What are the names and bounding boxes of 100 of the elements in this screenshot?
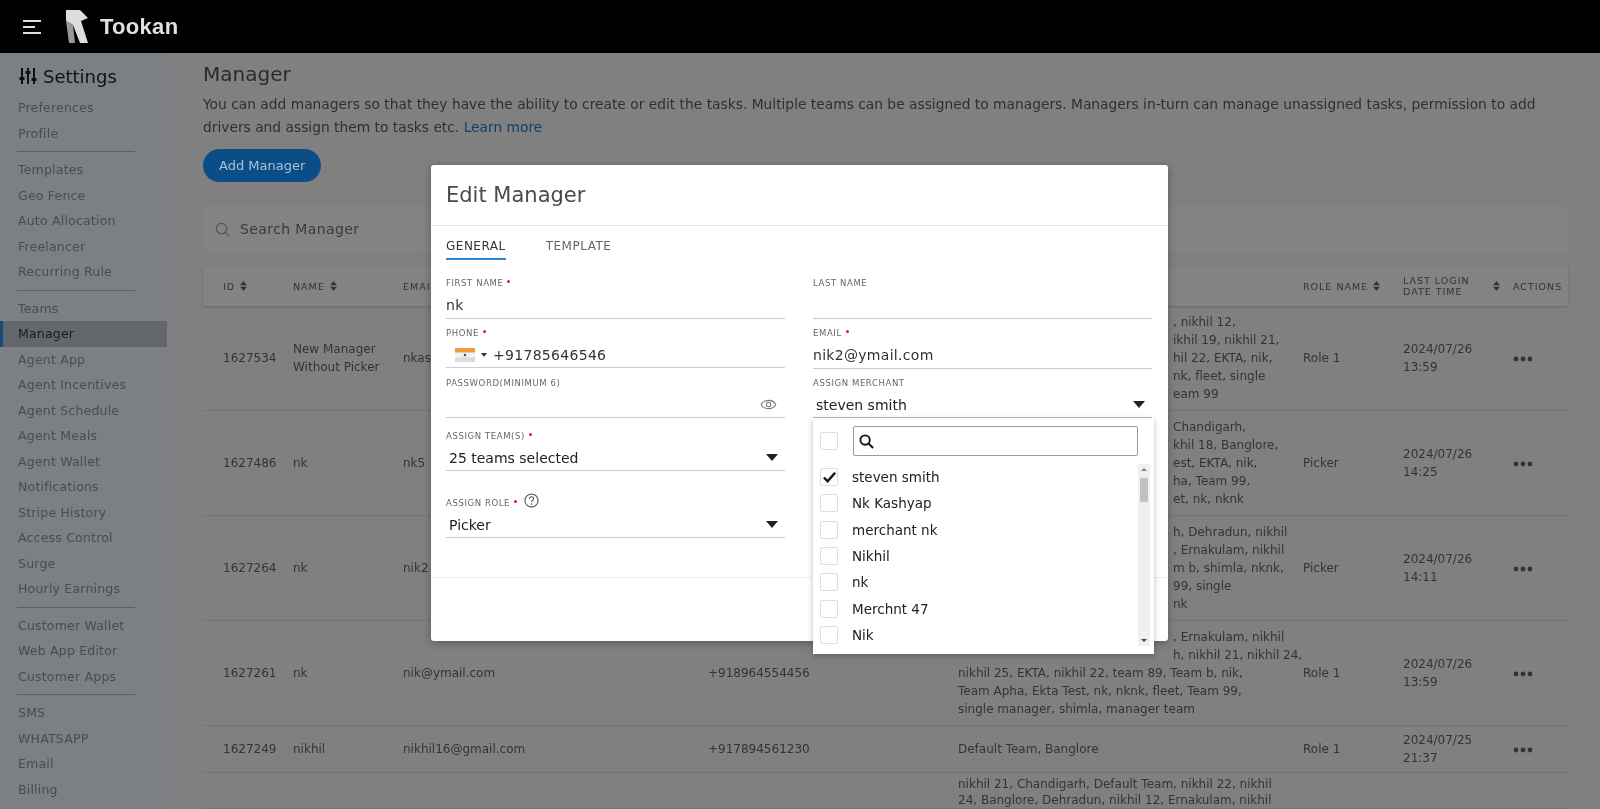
flag-icon[interactable]	[455, 347, 475, 362]
table-cell: , Ernakulam, nikhil	[1173, 543, 1285, 557]
required-icon	[514, 499, 518, 503]
learn-more-link[interactable]: Learn more	[463, 119, 543, 135]
table-cell: Chandigarh,	[1173, 420, 1246, 434]
table-cell: +918964554456	[708, 666, 810, 680]
sort-icon[interactable]	[1493, 281, 1500, 291]
checkbox[interactable]	[820, 625, 838, 644]
option-label[interactable]: nk	[852, 574, 869, 591]
option-label[interactable]: Nk Kashyap	[852, 495, 932, 512]
checkbox[interactable]	[820, 547, 838, 566]
eye-icon[interactable]	[760, 399, 777, 410]
required-icon	[528, 432, 532, 436]
checkbox[interactable]	[820, 468, 838, 487]
checkbox[interactable]	[820, 573, 838, 592]
table-cell: Picker	[1303, 561, 1339, 575]
checkbox[interactable]	[820, 432, 838, 450]
table-cell: 2024/07/26 13:59	[1403, 342, 1473, 374]
select-field[interactable]: Picker	[446, 512, 785, 538]
field-label: PASSWORD(MINIMUM 6)	[446, 378, 561, 388]
more-icon[interactable]	[1513, 566, 1533, 572]
table-cell: m b, shimla, nknk,	[1173, 561, 1284, 575]
table-cell: nk	[293, 456, 308, 470]
phone-field[interactable]: +91785646546	[493, 346, 785, 363]
page-title: Manager	[203, 61, 292, 88]
table-cell: nikhil16@gmail.com	[403, 742, 526, 756]
checkbox[interactable]	[820, 599, 838, 618]
column-header: ID	[223, 280, 236, 292]
logo-icon	[64, 8, 90, 45]
table-cell: nikhil 21, Chandigarh, Default Team, nikhil 22, nikhil	[958, 777, 1272, 791]
table-cell: 2024/07/26 14:25	[1403, 447, 1473, 479]
option-label[interactable]: Nikhil	[852, 548, 890, 565]
sort-icon[interactable]	[240, 281, 248, 291]
option-label[interactable]: steven smith	[852, 469, 940, 486]
checkbox[interactable]	[820, 520, 838, 539]
option-label[interactable]: merchant nk	[852, 521, 938, 538]
table-cell: Picker	[1303, 456, 1339, 470]
table-cell: Role 1	[1303, 351, 1341, 365]
more-icon[interactable]	[1513, 747, 1533, 753]
more-icon[interactable]	[1513, 356, 1533, 362]
table-cell: 1627249	[223, 742, 277, 756]
column-header: NAME	[293, 280, 325, 292]
more-icon[interactable]	[1513, 461, 1533, 467]
search-field[interactable]: Search Manager	[238, 220, 542, 238]
required-icon	[507, 279, 511, 283]
sidebar-item[interactable]: Manager	[0, 321, 167, 347]
column-header: LAST LOGIN DATE TIME	[1403, 275, 1471, 297]
scrollbar[interactable]	[1138, 464, 1150, 646]
search-icon	[859, 433, 874, 449]
field-label: ASSIGN TEAM(S)	[446, 431, 525, 441]
menu-icon[interactable]	[22, 18, 42, 35]
table-cell: 24, Banglore, Dehradun, nikhil 12, Ernakulam, nikhil	[958, 793, 1272, 807]
field-label: ASSIGN MERCHANT	[813, 378, 905, 388]
tab[interactable]: TEMPLATE	[545, 236, 612, 258]
table-cell: ha, Team 99,	[1173, 474, 1251, 488]
field-label: PHONE	[446, 328, 479, 338]
sidebar-title: Settings	[43, 65, 117, 87]
column-header: ACTIONS	[1513, 280, 1563, 292]
option-label[interactable]: Merchnt 47	[852, 600, 929, 617]
field-label: EMAIL	[813, 328, 842, 338]
table-cell: nik@ymail.com	[403, 666, 496, 680]
caret-icon[interactable]	[481, 352, 487, 357]
table-cell: nk5	[403, 456, 426, 470]
dialog-title: Edit Manager	[446, 183, 586, 207]
search-icon	[215, 221, 230, 237]
table-cell: eam 99	[1173, 387, 1219, 401]
table-cell: Default Team, Banglore	[958, 742, 1099, 756]
required-icon	[845, 329, 849, 333]
caret-icon	[1133, 401, 1145, 408]
required-icon	[482, 329, 486, 333]
more-icon[interactable]	[1513, 671, 1533, 677]
checkbox[interactable]	[820, 494, 838, 513]
table-cell: nkas	[403, 351, 431, 365]
option-label[interactable]: Nik	[852, 626, 874, 643]
table-cell: et, nk, nknk	[1173, 492, 1244, 506]
tab[interactable]: GENERAL	[446, 236, 506, 260]
table-cell: , nikhil 12,	[1173, 315, 1236, 329]
add-manager-button[interactable]: Add Manager	[203, 149, 322, 182]
table-cell: +917894561230	[708, 742, 810, 756]
column-header: EMAI	[403, 280, 431, 292]
text-field[interactable]: nk	[446, 292, 785, 319]
sort-icon[interactable]	[1373, 281, 1381, 291]
table-cell: ikhil 19, nikhil 21,	[1173, 333, 1280, 347]
search-field[interactable]	[853, 426, 1138, 456]
table-cell: 1627261	[223, 666, 277, 680]
field-label: ASSIGN ROLE	[446, 498, 511, 508]
table-cell: 1627486	[223, 456, 277, 470]
page-description: You can add managers so that they have the ability to create or edit the tasks. Multiple teams can be assigned to managers. Managers in-turn can manage unassigned tasks, permission to add drivers and assign them to tasks etc. Learn more	[203, 95, 1537, 137]
help-icon[interactable]	[524, 492, 540, 508]
select-field[interactable]: 25 teams selected	[446, 445, 785, 471]
table-cell: Team Apha, Ekta Test, nk, nknk, fleet, Team 99,	[958, 684, 1242, 698]
table-cell: 2024/07/26 14:11	[1403, 552, 1473, 584]
table-cell: Role 1	[1303, 742, 1341, 756]
text-field[interactable]: nik2@ymail.com	[813, 342, 1152, 369]
table-cell: h, Dehradun, nikhil	[1173, 525, 1288, 539]
table-cell: h, nikhil 21, nikhil 24,	[1173, 648, 1303, 662]
table-cell: Role 1	[1303, 666, 1341, 680]
sort-icon[interactable]	[329, 281, 337, 291]
table-cell: 2024/07/26 13:59	[1403, 657, 1473, 689]
table-cell: , Ernakulam, nikhil	[1173, 630, 1285, 644]
